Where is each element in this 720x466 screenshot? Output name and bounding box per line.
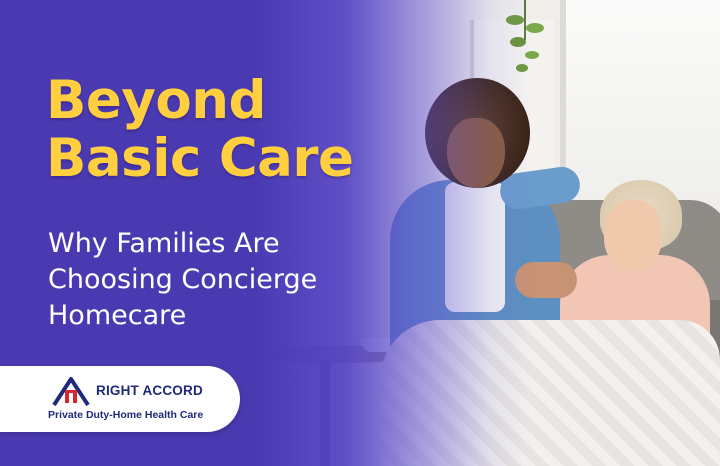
brand-tagline: Private Duty-Home Health Care <box>48 409 204 421</box>
subheadline-line-1: Why Families Are <box>48 228 280 259</box>
subheadline: Why Families Are Choosing Concierge Home… <box>48 226 317 334</box>
headline-line-2: Basic Care <box>46 128 354 189</box>
brand-card: RIGHT ACCORD Private Duty-Home Health Ca… <box>0 366 240 432</box>
brand-name: RIGHT ACCORD <box>96 383 203 398</box>
headline-line-1: Beyond <box>46 70 266 131</box>
house-logo-icon <box>52 377 90 406</box>
headline: Beyond Basic Care <box>46 72 354 188</box>
subheadline-line-3: Homecare <box>48 300 187 331</box>
subheadline-line-2: Choosing Concierge <box>48 264 318 295</box>
banner: Beyond Basic Care Why Families Are Choos… <box>0 0 720 466</box>
